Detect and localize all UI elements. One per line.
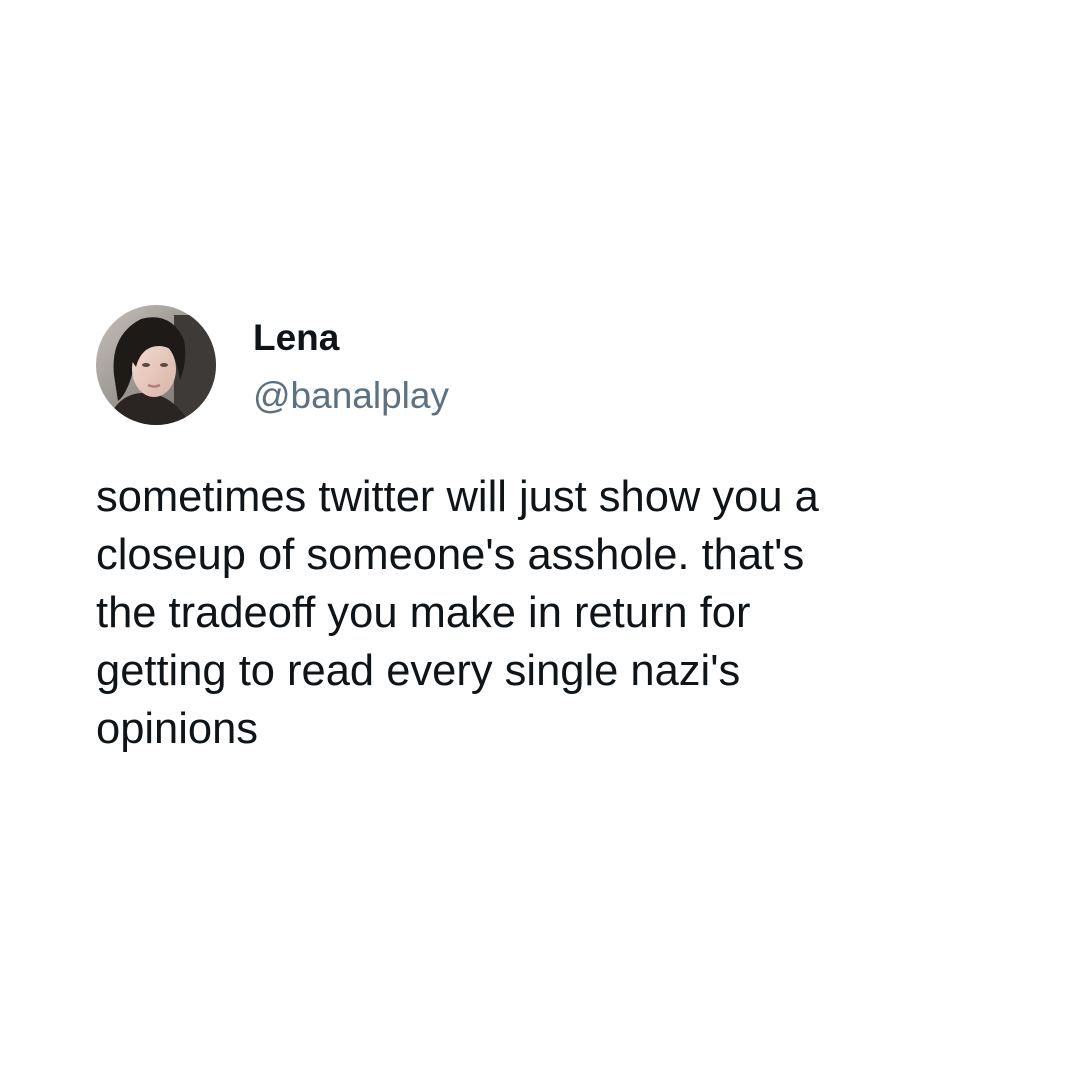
display-name[interactable]: Lena xyxy=(253,316,339,360)
profile-photo-avatar-icon xyxy=(96,305,216,425)
avatar[interactable] xyxy=(96,305,216,425)
user-handle[interactable]: @banalplay xyxy=(253,374,449,418)
tweet-text: sometimes twitter will just show you a c… xyxy=(96,473,819,753)
tweet-card: Lena @banalplay sometimes twitter will j… xyxy=(0,0,1080,1080)
